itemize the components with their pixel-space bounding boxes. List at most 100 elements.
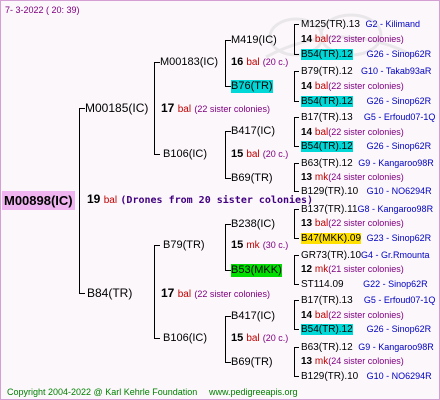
g4-origin: G10 - NO6294R bbox=[366, 186, 432, 196]
g4-unit: bal bbox=[314, 310, 329, 321]
g4-origin: G2 - Kilimand bbox=[365, 19, 420, 29]
g4-unit: bal bbox=[314, 218, 329, 229]
g3-queen-id[interactable]: B238(IC) bbox=[231, 218, 275, 231]
g4-origin: G22 - Sinop62R bbox=[363, 279, 428, 289]
g4-queen-id[interactable]: B17(TR).13 bbox=[301, 112, 353, 123]
g4-origin: G10 - NO6294R bbox=[366, 371, 432, 381]
g4-unit: bal bbox=[314, 81, 329, 92]
g4-queen-id[interactable]: B63(TR).12 bbox=[301, 342, 353, 353]
g4-row: B54(TR).12 G26 - Sinop62R bbox=[301, 323, 431, 336]
g4-note: (22 sister colonies) bbox=[328, 127, 404, 137]
g2-queen-id[interactable]: B79(TR) bbox=[163, 239, 205, 252]
connector bbox=[225, 40, 226, 86]
g3-queen-id[interactable]: B69(TR) bbox=[231, 356, 273, 369]
g3-stat: 16 bal (20 c.) bbox=[231, 56, 288, 69]
g2-queen-id[interactable]: M00183(IC) bbox=[160, 56, 218, 69]
site-link[interactable]: www.pedigreeapis.org bbox=[209, 386, 298, 399]
connector bbox=[294, 163, 295, 192]
g4-origin: G4 - Gr.Rmounta bbox=[361, 250, 430, 260]
g1-unit: bal bbox=[177, 289, 192, 300]
g2-count: 15 bbox=[231, 148, 244, 160]
root-unit: bal bbox=[103, 195, 118, 206]
g4-queen-id[interactable]: M125(TR).13 bbox=[301, 19, 360, 30]
g4-count: 13 bbox=[301, 356, 313, 367]
g1-stat: 17 bal (22 sister colonies) bbox=[161, 102, 270, 116]
connector bbox=[294, 300, 299, 301]
connector bbox=[294, 209, 295, 239]
g4-origin: G26 - Sinop62R bbox=[366, 324, 432, 334]
g4-note: (21 sister colonies) bbox=[328, 264, 404, 274]
g4-unit: mk bbox=[314, 264, 329, 275]
g4-count: 13 bbox=[301, 172, 313, 183]
g4-note: (22 sister colonies) bbox=[328, 34, 404, 44]
g4-row: B54(TR).12 G26 - Sinop62R bbox=[301, 48, 431, 61]
g3-note: (20 c.) bbox=[262, 57, 289, 67]
g4-row: 13 mk(24 sister colonies) bbox=[301, 355, 404, 368]
connector bbox=[154, 245, 155, 338]
g4-unit: mk bbox=[314, 356, 329, 367]
g2-queen-id[interactable]: B106(IC) bbox=[163, 332, 207, 345]
g4-queen-id[interactable]: B54(TR).12 bbox=[301, 324, 353, 335]
connector bbox=[294, 238, 299, 239]
g2-queen-id[interactable]: B106(IC) bbox=[163, 148, 207, 161]
g3-queen-id[interactable]: B417(IC) bbox=[231, 310, 275, 323]
report-date: 7- 3-2022 ( 20: 39) bbox=[5, 5, 80, 15]
g4-row: B63(TR).12 G9 - Kangaroo98R bbox=[301, 341, 434, 354]
g3-queen-id[interactable]: M419(IC) bbox=[231, 34, 277, 47]
g3-count: 16 bbox=[231, 56, 244, 68]
g3-queen-id[interactable]: B417(IC) bbox=[231, 125, 275, 138]
g1-unit: bal bbox=[177, 104, 192, 115]
connector bbox=[294, 117, 295, 147]
g4-queen-id[interactable]: B47(MKK).09 bbox=[301, 233, 362, 244]
g4-queen-id[interactable]: B137(TR).11 bbox=[301, 204, 358, 215]
g2-stat: 15 bal (20 c.) bbox=[231, 148, 288, 161]
g4-note: (24 sister colonies) bbox=[328, 172, 404, 182]
root-queen-id[interactable]: M00898(IC) bbox=[2, 191, 75, 210]
g4-origin: G9 - Kangaroo98R bbox=[358, 342, 434, 352]
g4-row: GR73(TR).10G4 - Gr.Rmounta bbox=[301, 249, 430, 262]
g4-row: 13 mk(24 sister colonies) bbox=[301, 171, 404, 184]
connector bbox=[294, 255, 295, 285]
g2-note: (20 c.) bbox=[262, 333, 289, 343]
g4-queen-id[interactable]: B17(TR).13 bbox=[301, 295, 353, 306]
g4-row: B17(TR).13 G5 - Erfoud07-1Q bbox=[301, 111, 435, 124]
g3-queen-id[interactable]: B69(TR) bbox=[231, 172, 273, 185]
g4-row: B54(TR).12 G26 - Sinop62R bbox=[301, 140, 431, 153]
g4-row: M125(TR).13 G2 - Kilimand bbox=[301, 18, 420, 31]
g4-queen-id[interactable]: B63(TR).12 bbox=[301, 158, 353, 169]
g4-row: B129(TR).10 G10 - NO6294R bbox=[301, 370, 432, 383]
g4-origin: G26 - Sinop62R bbox=[366, 141, 432, 151]
g4-queen-id[interactable]: B79(TR).12 bbox=[301, 66, 353, 77]
pedigree-panel: 7- 3-2022 ( 20: 39) M00898(IC) 19 bal (D… bbox=[0, 0, 440, 400]
g1-queen-id[interactable]: B84(TR) bbox=[87, 287, 132, 300]
connector bbox=[154, 62, 155, 154]
g3-queen-id[interactable]: B76(TR) bbox=[231, 80, 273, 93]
g4-count: 12 bbox=[301, 264, 313, 275]
g2-note: (30 c.) bbox=[262, 240, 289, 250]
g2-unit: bal bbox=[246, 149, 260, 160]
g4-queen-id[interactable]: B54(TR).12 bbox=[301, 141, 353, 152]
connector bbox=[294, 146, 299, 147]
g2-note: (20 c.) bbox=[262, 149, 289, 159]
g4-queen-id[interactable]: B129(TR).10 bbox=[301, 186, 358, 197]
g4-queen-id[interactable]: B129(TR).10 bbox=[301, 371, 358, 382]
g4-note: (22 sister colonies) bbox=[328, 218, 404, 228]
g4-count: 13 bbox=[301, 218, 313, 229]
g4-count: 14 bbox=[301, 34, 313, 45]
connector bbox=[294, 329, 299, 330]
g4-queen-id[interactable]: B54(TR).12 bbox=[301, 49, 353, 60]
g1-queen-id[interactable]: M00185(IC) bbox=[85, 102, 148, 115]
connector bbox=[154, 154, 160, 155]
g4-unit: bal bbox=[314, 127, 329, 138]
connector bbox=[294, 24, 299, 25]
g4-row: B63(TR).12 G9 - Kangaroo98R bbox=[301, 157, 434, 170]
g4-note: (22 sister colonies) bbox=[328, 310, 404, 320]
connector bbox=[294, 300, 295, 330]
g4-unit: mk bbox=[314, 172, 329, 183]
g4-queen-id[interactable]: GR73(TR).10 bbox=[301, 250, 361, 261]
g4-queen-id[interactable]: ST114.09 bbox=[301, 279, 344, 290]
g4-row: ST114.09 G22 - Sinop62R bbox=[301, 278, 428, 291]
g4-queen-id[interactable]: B54(TR).12 bbox=[301, 96, 353, 107]
g3-queen-id[interactable]: B53(MKK) bbox=[231, 264, 282, 277]
g2-stat: 15 mk (30 c.) bbox=[231, 239, 288, 252]
